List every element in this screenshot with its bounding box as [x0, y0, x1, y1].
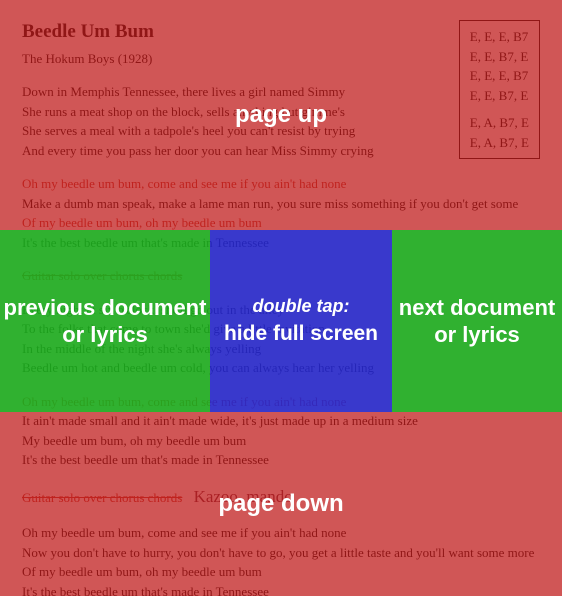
zone-label: previous document or lyrics	[0, 294, 210, 349]
hide-fullscreen-zone[interactable]: double tap: hide full screen	[210, 230, 392, 412]
next-document-zone[interactable]: next document or lyrics	[392, 230, 562, 412]
previous-document-zone[interactable]: previous document or lyrics	[0, 230, 210, 412]
zone-sublabel: double tap:	[224, 295, 378, 318]
zone-label: page down	[218, 490, 343, 518]
gesture-overlay: page up previous document or lyrics doub…	[0, 0, 562, 596]
zone-label: hide full screen	[224, 320, 378, 347]
page-down-zone[interactable]: page down	[0, 412, 562, 596]
zone-label: next document or lyrics	[392, 294, 562, 349]
page-up-zone[interactable]: page up	[0, 0, 562, 230]
zone-label: page up	[235, 101, 327, 129]
